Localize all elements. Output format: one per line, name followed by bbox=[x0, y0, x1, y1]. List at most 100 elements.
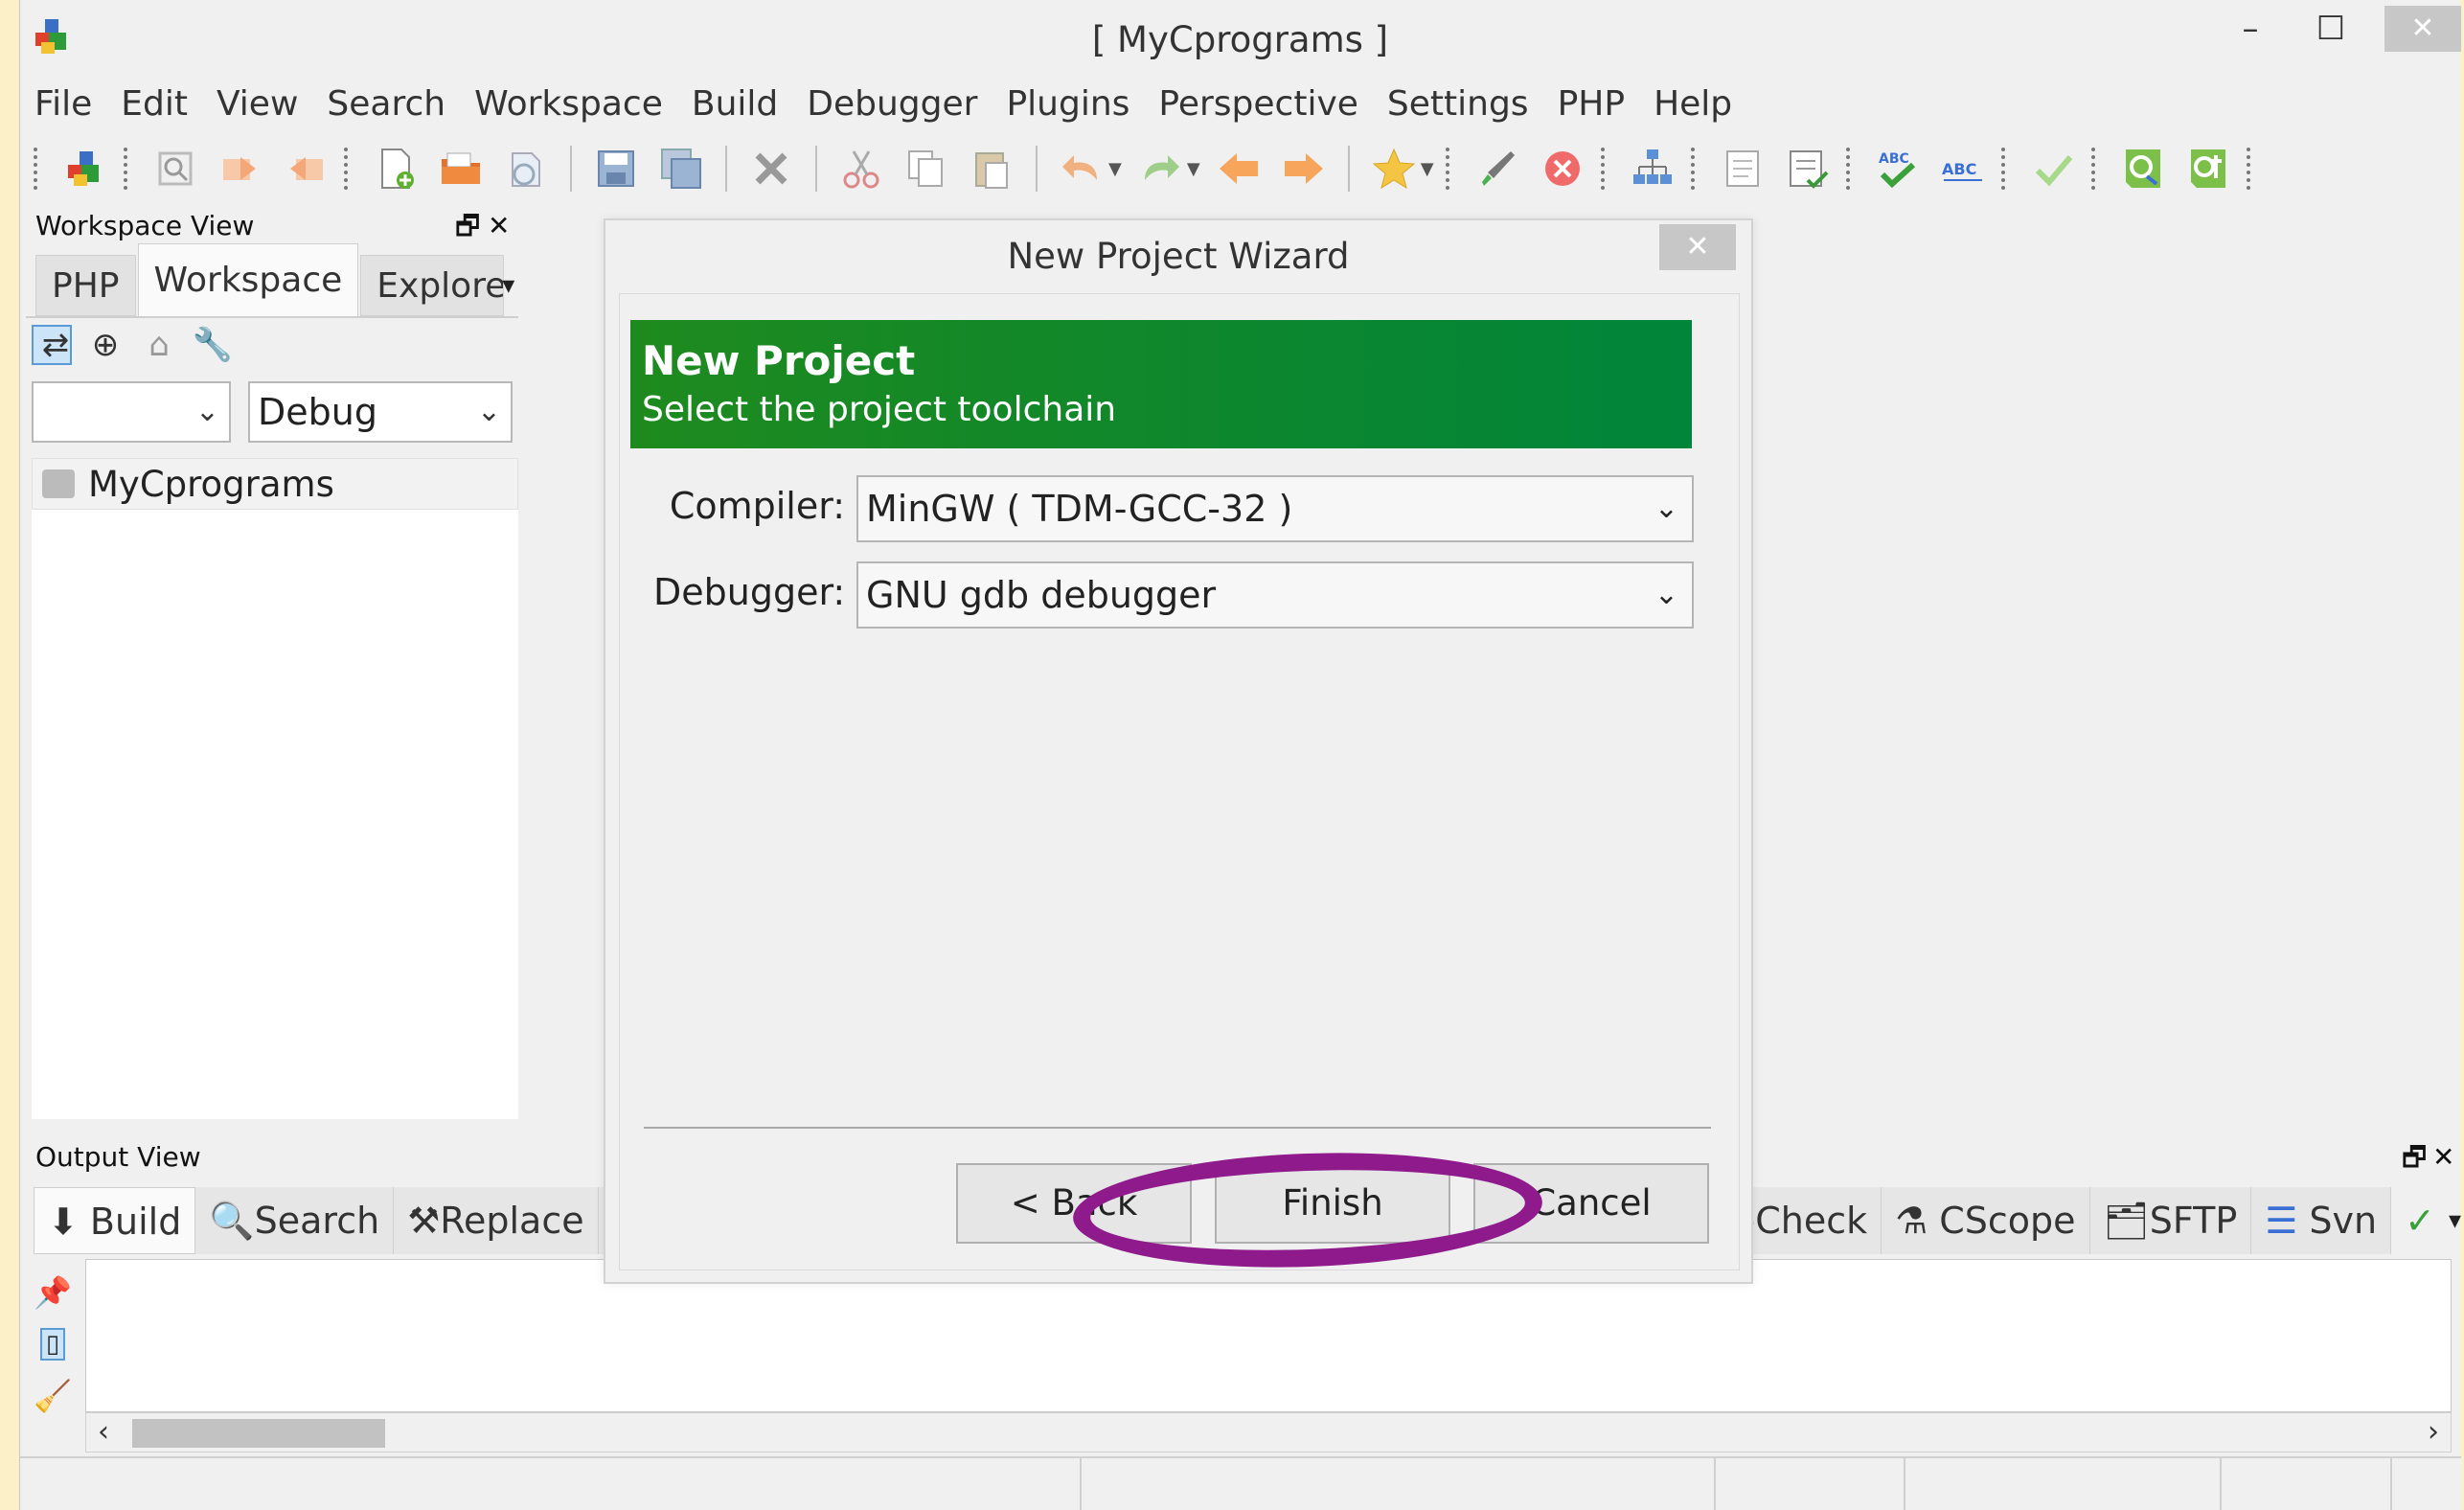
tree-item-workspace[interactable]: MyCprograms bbox=[32, 458, 518, 510]
undo-icon[interactable] bbox=[1057, 144, 1107, 194]
forward-nav-icon[interactable] bbox=[281, 144, 331, 194]
paste-icon[interactable] bbox=[967, 144, 1016, 194]
menu-file[interactable]: File bbox=[20, 84, 106, 124]
banner-subtitle: Select the project toolchain bbox=[642, 390, 1117, 429]
compiler-select[interactable]: MinGW ( TDM-GCC-32 ) ⌄ bbox=[856, 475, 1694, 542]
reload-icon[interactable] bbox=[501, 144, 551, 194]
back-nav-icon[interactable] bbox=[216, 144, 265, 194]
workspace-node-icon bbox=[42, 469, 75, 498]
nav-forward-arrow-icon[interactable] bbox=[1279, 144, 1329, 194]
spellcheck-toggle-icon[interactable]: ABC bbox=[1938, 144, 1988, 194]
panel-restore-icon[interactable]: 🗗 bbox=[455, 207, 480, 245]
checkmark-icon[interactable] bbox=[2028, 144, 2078, 194]
menu-plugins[interactable]: Plugins bbox=[992, 84, 1144, 124]
clear-broom-icon[interactable]: 🧹 bbox=[34, 1378, 72, 1414]
add-circle-icon[interactable]: ⊕ bbox=[85, 325, 125, 365]
toolbar-grip[interactable] bbox=[1690, 148, 1697, 190]
menu-search[interactable]: Search bbox=[312, 84, 460, 124]
status-divider bbox=[2390, 1458, 2392, 1510]
tab-sftp[interactable]: 🗂SFTP bbox=[2089, 1187, 2252, 1254]
tab-build[interactable]: ⬇ Build bbox=[34, 1187, 196, 1254]
open-folder-icon[interactable] bbox=[436, 144, 486, 194]
menu-view[interactable]: View bbox=[202, 84, 312, 124]
tab-menu-icon[interactable]: ▾ bbox=[502, 255, 514, 316]
toolbar-separator bbox=[1347, 146, 1350, 192]
menu-build[interactable]: Build bbox=[677, 84, 792, 124]
panel-restore-icon[interactable]: 🗗 bbox=[2402, 1138, 2427, 1177]
menu-workspace[interactable]: Workspace bbox=[460, 84, 677, 124]
menu-settings[interactable]: Settings bbox=[1373, 84, 1543, 124]
scroll-right-icon[interactable]: › bbox=[2428, 1413, 2439, 1452]
project-select[interactable]: ⌄ bbox=[32, 381, 231, 443]
save-all-icon[interactable] bbox=[656, 144, 706, 194]
tab-workspace[interactable]: Workspace bbox=[137, 243, 359, 316]
qt-designer-icon[interactable] bbox=[2118, 144, 2168, 194]
toolbar-grip[interactable] bbox=[2090, 148, 2097, 190]
cut-icon[interactable] bbox=[836, 144, 886, 194]
toolbar-grip[interactable] bbox=[1600, 148, 1607, 190]
tab-menu-icon[interactable]: ▾ bbox=[2449, 1206, 2461, 1235]
new-file-icon[interactable] bbox=[371, 144, 421, 194]
build-config-select[interactable]: Debug ⌄ bbox=[248, 381, 513, 443]
panel-close-icon[interactable]: ✕ bbox=[488, 207, 510, 245]
cancel-button[interactable]: Cancel bbox=[1473, 1163, 1709, 1244]
scrollbar-thumb[interactable] bbox=[132, 1419, 385, 1448]
panel-close-icon[interactable]: ✕ bbox=[2432, 1138, 2454, 1177]
toolbar-grip[interactable] bbox=[34, 148, 39, 190]
sftp-icon: 🗂 bbox=[2103, 1200, 2150, 1242]
workspace-view-header: Workspace View 🗗 ✕ bbox=[26, 207, 518, 245]
home-icon[interactable]: ⌂ bbox=[139, 325, 179, 365]
link-editor-icon[interactable]: ⇄ bbox=[32, 325, 72, 365]
menu-bar: File Edit View Search Workspace Build De… bbox=[20, 77, 2460, 130]
back-button[interactable]: < Back bbox=[956, 1163, 1192, 1244]
tab-php[interactable]: PHP bbox=[35, 255, 136, 316]
tab-replace[interactable]: ⚒Replace bbox=[394, 1187, 599, 1254]
tab-svn[interactable]: ☰ Svn bbox=[2251, 1187, 2392, 1254]
wrench-icon[interactable]: 🔧 bbox=[193, 325, 233, 365]
tab-explorer[interactable]: Explorer bbox=[360, 255, 505, 316]
debugger-select[interactable]: GNU gdb debugger ⌄ bbox=[856, 561, 1694, 629]
menu-edit[interactable]: Edit bbox=[106, 84, 202, 124]
close-file-icon[interactable] bbox=[746, 144, 796, 194]
toolbar-grip[interactable] bbox=[2000, 148, 2007, 190]
pin-icon[interactable]: 📌 bbox=[34, 1274, 72, 1311]
toolbar-grip[interactable] bbox=[344, 148, 350, 190]
build-tab-icon: ⬇ bbox=[48, 1201, 90, 1243]
close-window-button[interactable]: ✕ bbox=[2384, 6, 2461, 52]
class-diagram-icon[interactable] bbox=[1628, 144, 1677, 194]
redo-dropdown-icon[interactable]: ▼ bbox=[1187, 159, 1200, 179]
copy-icon[interactable] bbox=[901, 144, 951, 194]
dialog-close-button[interactable]: ✕ bbox=[1659, 224, 1736, 270]
menu-perspective[interactable]: Perspective bbox=[1144, 84, 1373, 124]
save-icon[interactable] bbox=[591, 144, 641, 194]
undo-dropdown-icon[interactable]: ▼ bbox=[1108, 159, 1122, 179]
horizontal-scrollbar[interactable]: ‹ › bbox=[85, 1412, 2452, 1453]
finish-button[interactable]: Finish bbox=[1215, 1163, 1450, 1244]
toolbar-grip[interactable] bbox=[1845, 148, 1852, 190]
stop-build-icon[interactable] bbox=[1538, 144, 1587, 194]
scroll-lock-icon[interactable]: ▯ bbox=[39, 1328, 66, 1361]
maximize-button[interactable]: ☐ bbox=[2296, 6, 2365, 52]
qt-icon[interactable] bbox=[2183, 144, 2233, 194]
workspace-icon[interactable] bbox=[60, 144, 110, 194]
scroll-left-icon[interactable]: ‹ bbox=[98, 1413, 109, 1452]
nav-back-arrow-icon[interactable] bbox=[1214, 144, 1264, 194]
git-check-icon[interactable]: ✓ bbox=[2391, 1187, 2449, 1254]
tab-search[interactable]: 🔍Search bbox=[195, 1187, 395, 1254]
find-icon[interactable] bbox=[150, 144, 200, 194]
menu-debugger[interactable]: Debugger bbox=[792, 84, 992, 124]
toolbar-grip[interactable] bbox=[2246, 148, 2252, 190]
tab-cscope[interactable]: ⚗ CScope bbox=[1882, 1187, 2090, 1254]
spellcheck-icon[interactable]: ABC bbox=[1873, 144, 1923, 194]
minimize-button[interactable]: – bbox=[2216, 6, 2285, 52]
bookmark-star-icon[interactable] bbox=[1369, 144, 1419, 194]
menu-help[interactable]: Help bbox=[1639, 84, 1746, 124]
tasks-checklist-icon[interactable] bbox=[1783, 144, 1833, 194]
build-brush-icon[interactable] bbox=[1472, 144, 1522, 194]
toolbar-grip[interactable] bbox=[1445, 148, 1451, 190]
toolbar-grip[interactable] bbox=[124, 148, 129, 190]
menu-php[interactable]: PHP bbox=[1543, 84, 1640, 124]
bookmark-dropdown-icon[interactable]: ▼ bbox=[1421, 159, 1434, 179]
redo-icon[interactable] bbox=[1135, 144, 1185, 194]
outline-icon[interactable] bbox=[1718, 144, 1768, 194]
